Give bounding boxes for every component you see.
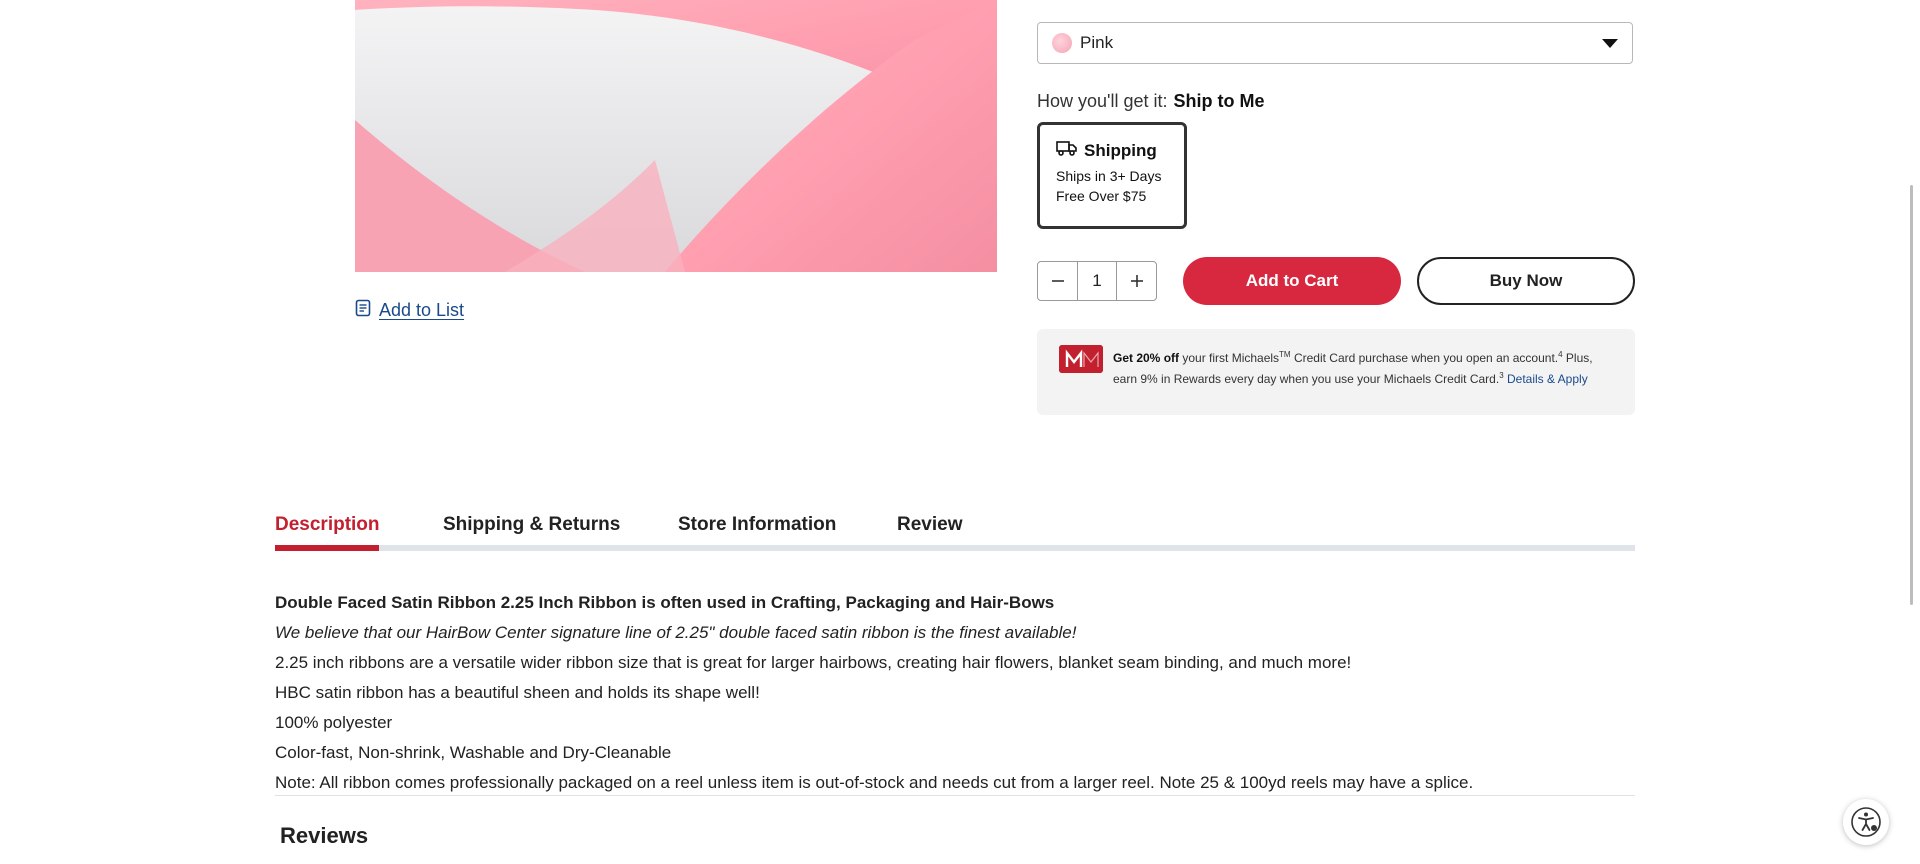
reviews-heading: Reviews [280,823,369,848]
promo-text-2: Credit Card purchase when you open an ac… [1290,351,1559,365]
quantity-input[interactable]: 1 [1077,262,1117,300]
plus-icon [1130,275,1143,287]
color-select[interactable]: Pink [1037,22,1633,64]
description-heading: Double Faced Satin Ribbon 2.25 Inch Ribb… [275,593,1055,612]
description-line: HBC satin ribbon has a beautiful sheen a… [275,683,760,702]
description-panel: Double Faced Satin Ribbon 2.25 Inch Ribb… [275,588,1635,798]
add-to-list-button[interactable]: Add to List [355,296,464,324]
shipping-option-title: Shipping [1084,140,1157,160]
promo-text: Get 20% off your first MichaelsTM Credit… [1113,346,1619,388]
list-icon [355,299,371,322]
shipping-option-threshold: Free Over $75 [1056,188,1147,204]
quantity-stepper: 1 [1037,261,1157,301]
tab-review[interactable]: Review [897,514,962,536]
shipping-option-card[interactable]: Shipping Ships in 3+ Days Free Over $75 [1037,122,1187,229]
buy-now-button[interactable]: Buy Now [1417,257,1635,305]
promo-bold: Get 20% off [1113,351,1180,365]
accessibility-icon [1851,807,1881,837]
details-apply-link[interactable]: Details & Apply [1507,372,1588,386]
product-image [355,0,997,272]
decrease-quantity-button[interactable] [1038,262,1077,300]
increase-quantity-button[interactable] [1117,262,1156,300]
color-swatch [1052,33,1072,53]
credit-card-promo: Get 20% off your first MichaelsTM Credit… [1037,329,1635,415]
promo-text-1: your first Michaels [1179,351,1280,365]
add-to-cart-button[interactable]: Add to Cart [1183,257,1401,305]
add-to-list-label: Add to List [379,299,465,320]
promo-tm: TM [1279,350,1291,359]
description-line: Color-fast, Non-shrink, Washable and Dry… [275,743,672,762]
page-scrollbar[interactable] [1910,185,1913,605]
tab-shipping-returns[interactable]: Shipping & Returns [443,514,620,536]
tab-description[interactable]: Description [275,514,380,536]
shipping-option-eta: Ships in 3+ Days [1056,168,1162,184]
tabs-track [275,545,1635,551]
fulfilment-method: Ship to Me [1173,91,1265,111]
ribbon-photo [355,0,997,272]
product-tabs: Description Shipping & Returns Store Inf… [275,508,1635,552]
description-divider [275,795,1635,796]
description-line: 100% polyester [275,713,393,732]
fulfilment-label: How you'll get it: Ship to Me [1037,91,1265,112]
active-tab-indicator [275,545,379,551]
color-select-value: Pink [1080,33,1114,52]
shipping-option-header: Shipping [1056,139,1168,162]
minus-icon [1051,280,1064,282]
tab-store-information[interactable]: Store Information [678,514,836,536]
description-tagline: We believe that our HairBow Center signa… [275,623,1077,642]
promo-footnote-3: 3 [1499,371,1504,380]
fulfilment-question: How you'll get it: [1037,91,1168,111]
truck-icon [1056,139,1078,162]
chevron-down-icon [1602,38,1618,48]
accessibility-button[interactable] [1843,799,1889,845]
description-line: Note: All ribbon comes professionally pa… [275,773,1474,792]
michaels-credit-card-logo [1059,345,1103,373]
description-line: 2.25 inch ribbons are a versatile wider … [275,653,1352,672]
